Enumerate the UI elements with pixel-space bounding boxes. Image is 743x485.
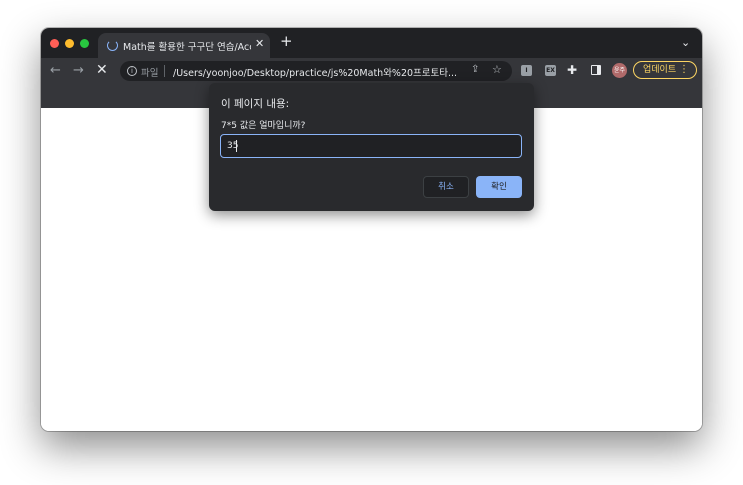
- forward-button[interactable]: →: [73, 63, 84, 78]
- minimize-window-button[interactable]: [65, 39, 74, 48]
- bookmark-star-icon[interactable]: ☆: [492, 63, 502, 76]
- extension-ex-icon[interactable]: EX: [545, 65, 556, 76]
- update-label: 업데이트: [643, 65, 677, 75]
- more-menu-icon[interactable]: ⋮: [679, 62, 689, 78]
- toolbar: ← → ✕ i 파일 /Users/yoonjoo/Desktop/practi…: [41, 58, 702, 84]
- info-icon[interactable]: i: [127, 66, 137, 76]
- tab-active[interactable]: Math를 활용한 구구단 연습/Accou ✕: [98, 33, 270, 58]
- address-bar[interactable]: i 파일 /Users/yoonjoo/Desktop/practice/js%…: [120, 61, 512, 81]
- prompt-input[interactable]: [220, 134, 522, 158]
- dialog-title: 이 페이지 내용:: [221, 98, 290, 110]
- dialog-message: 7*5 값은 얼마입니까?: [221, 121, 306, 131]
- update-button[interactable]: 업데이트 ⋮: [633, 61, 697, 79]
- new-tab-button[interactable]: +: [280, 34, 293, 49]
- back-button[interactable]: ←: [50, 63, 61, 78]
- scheme-label: 파일: [141, 68, 159, 79]
- extension-icon[interactable]: I: [521, 65, 532, 76]
- profile-avatar[interactable]: 윤주: [612, 63, 627, 78]
- loading-spinner-icon: [107, 40, 118, 51]
- cancel-button[interactable]: 취소: [423, 176, 469, 198]
- tab-close-icon[interactable]: ✕: [255, 37, 264, 50]
- extensions-puzzle-icon[interactable]: ✚: [567, 63, 577, 77]
- prompt-dialog: 이 페이지 내용: 7*5 값은 얼마입니까? 취소 확인: [209, 83, 534, 211]
- url-text: /Users/yoonjoo/Desktop/practice/js%20Mat…: [173, 68, 458, 79]
- share-icon[interactable]: ⇪: [471, 64, 479, 75]
- separator: [164, 65, 165, 77]
- tab-search-chevron-icon[interactable]: ⌄: [681, 36, 690, 49]
- tab-strip: Math를 활용한 구구단 연습/Accou ✕ + ⌄: [41, 28, 702, 58]
- maximize-window-button[interactable]: [80, 39, 89, 48]
- ok-button[interactable]: 확인: [476, 176, 522, 198]
- close-window-button[interactable]: [50, 39, 59, 48]
- text-caret: [236, 140, 237, 152]
- tab-title: Math를 활용한 구구단 연습/Accou: [123, 42, 251, 53]
- stop-button[interactable]: ✕: [96, 62, 108, 78]
- side-panel-icon[interactable]: [591, 65, 601, 75]
